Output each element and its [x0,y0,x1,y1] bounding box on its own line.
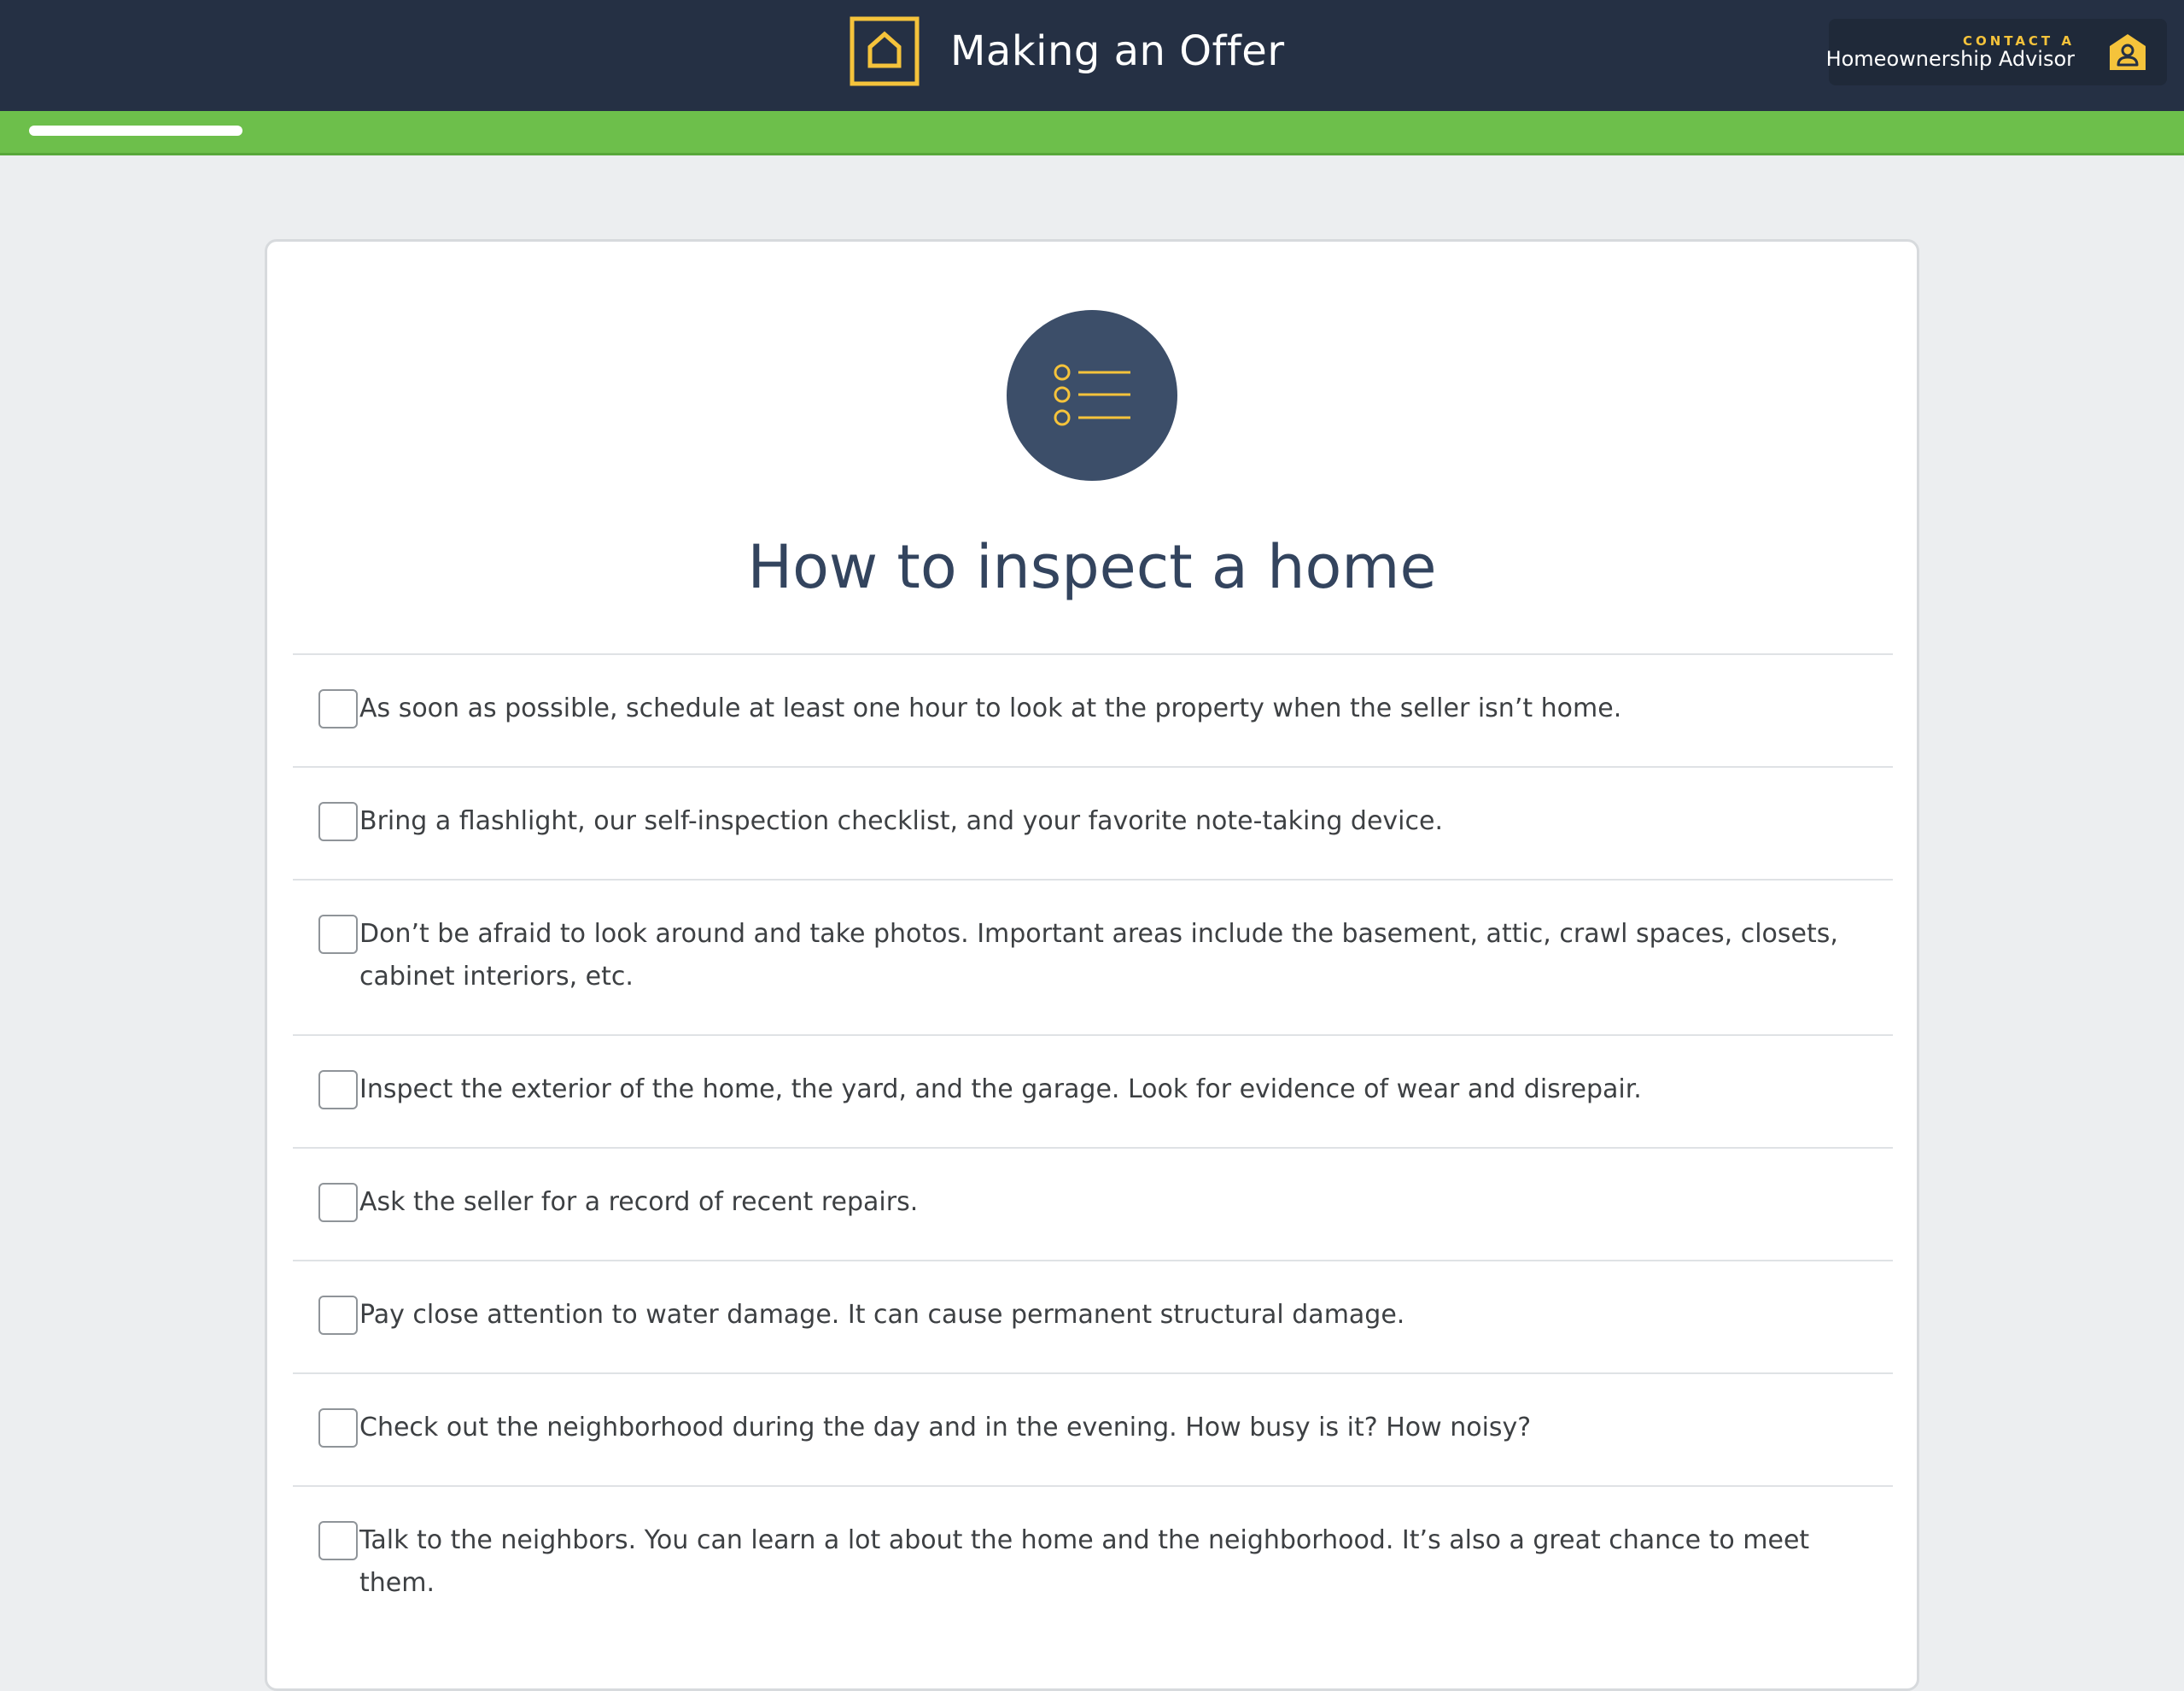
advisor-person-icon [2110,34,2146,70]
page-title: Making an Offer [950,27,1285,75]
checklist-checkbox[interactable] [318,1183,358,1222]
checklist-item-text: Inspect the exterior of the home, the ya… [359,1074,1642,1104]
checklist-icon [1007,310,1177,481]
checklist-checkbox[interactable] [318,1521,358,1560]
house-outline-icon [850,16,920,86]
checklist-item-text: Don’t be afraid to look around and take … [359,919,1838,992]
contact-advisor-button[interactable]: CONTACT A Homeownership Advisor [1825,19,2167,85]
checklist-icon-graphic [1054,364,1130,426]
checklist-item-text: Bring a flashlight, our self-inspection … [359,806,1443,836]
checklist-item-text: As soon as possible, schedule at least o… [359,693,1622,723]
advisor-label: Homeownership Advisor [1825,47,2075,71]
checklist-item: Inspect the exterior of the home, the ya… [293,1034,1893,1147]
checklist-checkbox[interactable] [318,915,358,954]
checklist-item: Check out the neighborhood during the da… [293,1372,1893,1485]
checklist-item-text: Talk to the neighbors. You can learn a l… [359,1525,1810,1598]
checklist-checkbox[interactable] [318,802,358,841]
checklist-checkbox[interactable] [318,1408,358,1448]
progress-strip [0,111,2184,155]
checklist-item: Ask the seller for a record of recent re… [293,1147,1893,1260]
checklist-checkbox[interactable] [318,1070,358,1109]
top-header: Making an Offer CONTACT A Homeownership … [0,0,2184,111]
checklist-item: Don’t be afraid to look around and take … [293,879,1893,1034]
progress-track [29,126,2155,136]
inspection-checklist: As soon as possible, schedule at least o… [293,653,1893,1641]
checklist-checkbox[interactable] [318,689,358,728]
card-title: How to inspect a home [747,532,1437,602]
checklist-item: As soon as possible, schedule at least o… [293,653,1893,766]
checklist-item: Pay close attention to water damage. It … [293,1260,1893,1372]
checklist-item: Bring a flashlight, our self-inspection … [293,766,1893,879]
checklist-item-text: Pay close attention to water damage. It … [359,1300,1405,1330]
checklist-checkbox[interactable] [318,1296,358,1335]
brand: Making an Offer [850,16,1285,86]
checklist-card: How to inspect a home As soon as possibl… [265,239,1919,1691]
checklist-item-text: Check out the neighborhood during the da… [359,1413,1532,1442]
checklist-item: Talk to the neighbors. You can learn a l… [293,1485,1893,1641]
checklist-item-text: Ask the seller for a record of recent re… [359,1187,919,1217]
progress-bar-fill [29,126,242,136]
